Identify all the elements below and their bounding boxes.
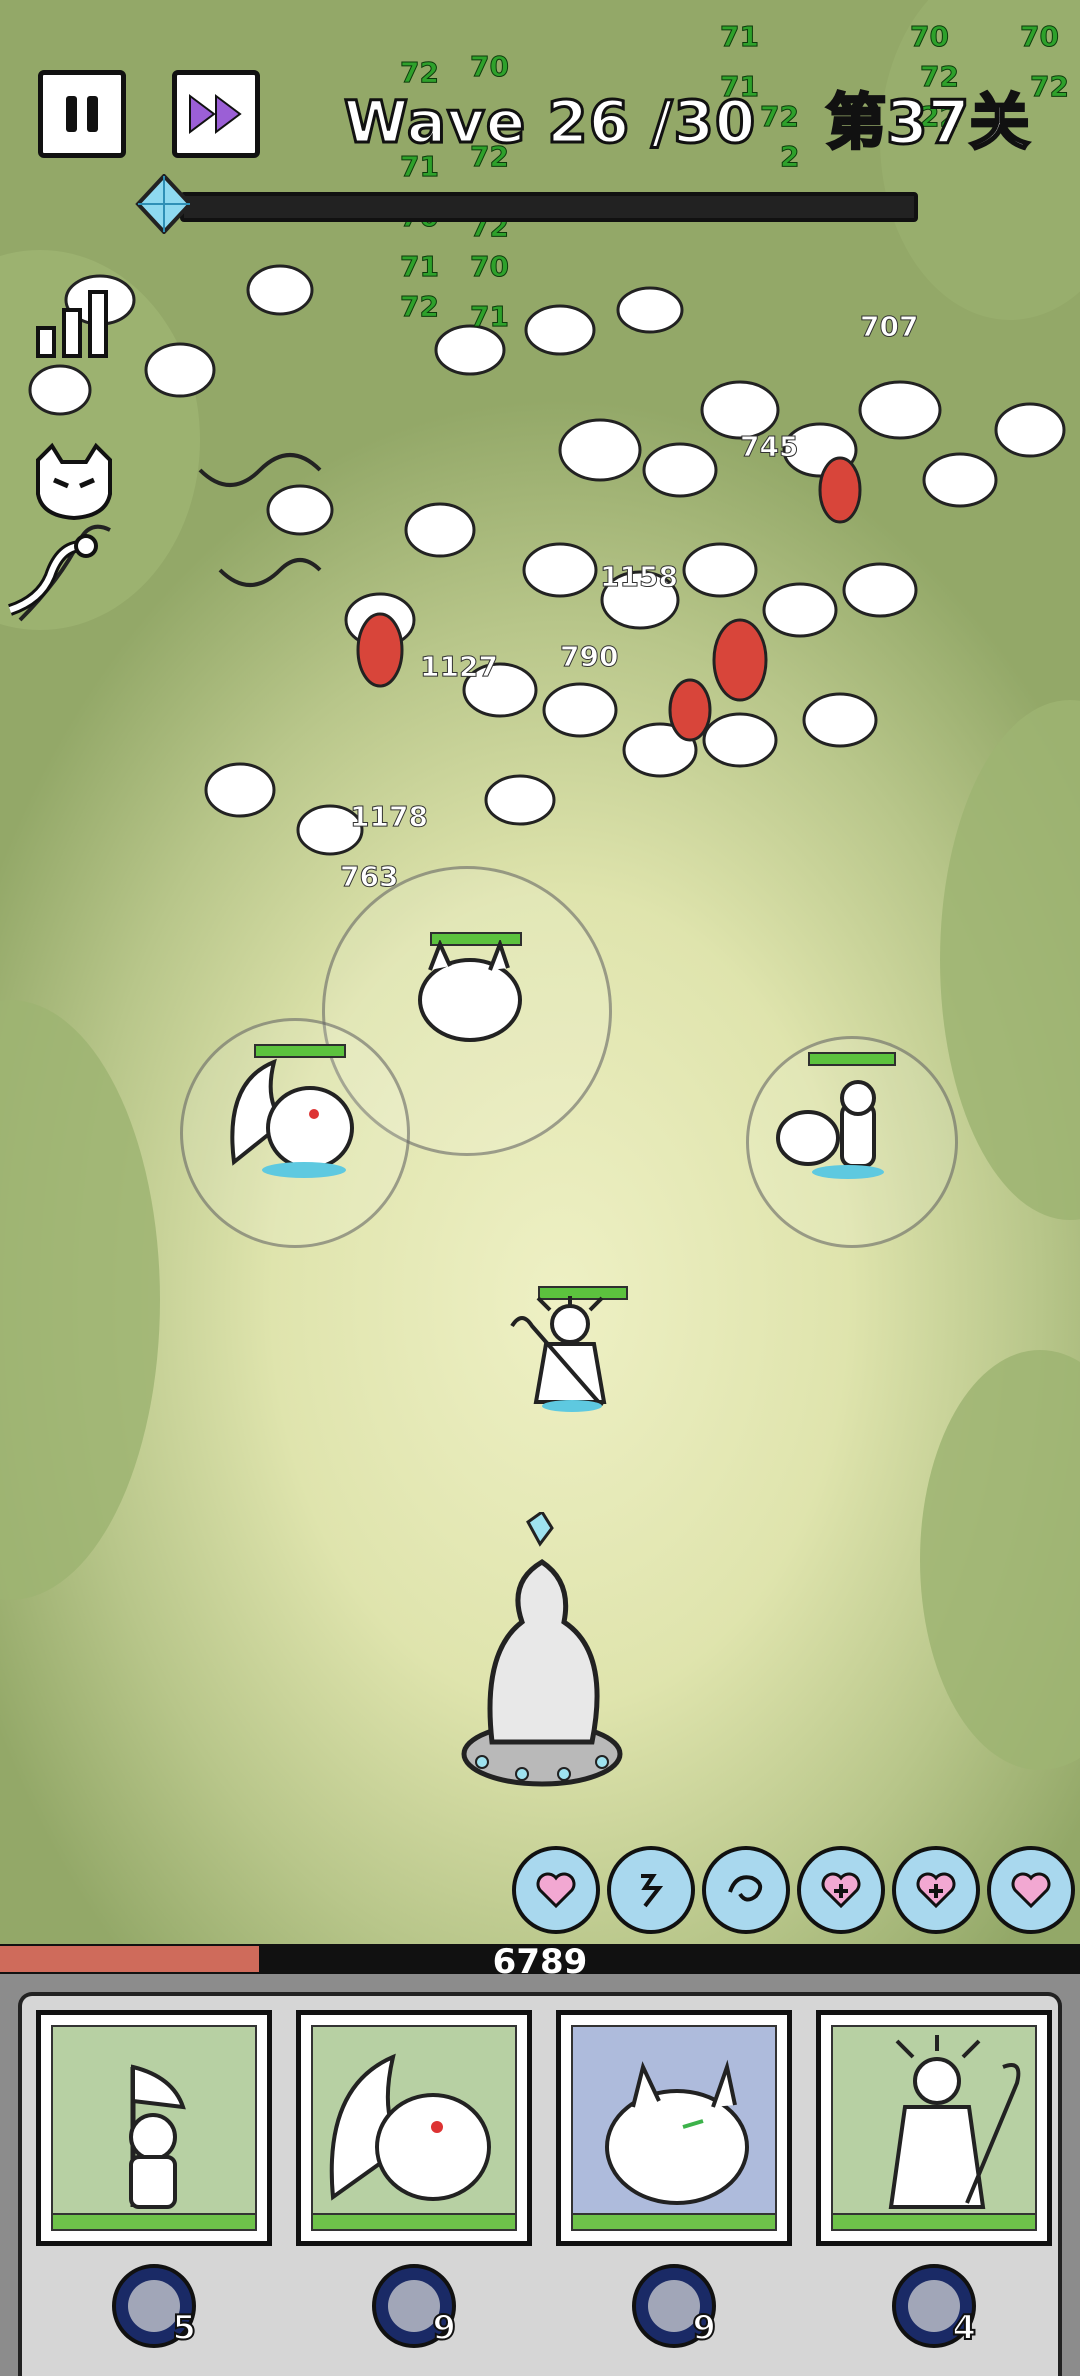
- damage-number: 70: [1020, 20, 1060, 54]
- base-hp-bar: 6789: [0, 1942, 1080, 1982]
- fast-forward-icon: [189, 94, 242, 134]
- skill-button[interactable]: [702, 1846, 790, 1934]
- enemy-horde: [18, 264, 1066, 856]
- unit-portrait: [888, 2035, 1021, 2209]
- card-art: [51, 2025, 257, 2231]
- heal-plus-icon: [916, 1872, 956, 1909]
- unit-card-panel: 5 9 9 4: [0, 1974, 1080, 2376]
- damage-number: 70: [470, 50, 510, 84]
- card-cost-value: 5: [171, 2307, 197, 2349]
- unit-portrait: [329, 2053, 491, 2201]
- card-cost-value: 4: [951, 2307, 977, 2349]
- swirl-icon: [728, 1875, 763, 1902]
- wave-counter: Wave 26 /30: [342, 87, 757, 158]
- winged-demon-unit: [230, 1058, 354, 1178]
- antlered-mage-unit: [510, 1296, 607, 1412]
- unit-card-antlered-mage[interactable]: [816, 2010, 1052, 2246]
- heart-icon: [1011, 1872, 1051, 1909]
- unit-portrait: [605, 2059, 749, 2205]
- skill-button[interactable]: [987, 1846, 1075, 1934]
- damage-number: 790: [559, 640, 619, 674]
- damage-number: 707: [859, 310, 919, 344]
- unit-card-knight-with-flag[interactable]: [36, 2010, 272, 2246]
- card-art: [831, 2025, 1037, 2231]
- knight-unit: [776, 1080, 884, 1179]
- skill-button[interactable]: [607, 1846, 695, 1934]
- damage-number: 2: [779, 140, 800, 174]
- damage-number: 1158: [600, 560, 679, 594]
- unit-portrait: [129, 2064, 186, 2209]
- damage-number: 72: [400, 290, 440, 324]
- damage-number: 71: [400, 250, 440, 284]
- card-cost-badge: 4: [892, 2264, 977, 2349]
- damage-number: 70: [910, 20, 950, 54]
- crystal-icon: [135, 174, 193, 234]
- damage-number: 71: [720, 20, 760, 54]
- card-charge-bar: [53, 2213, 255, 2229]
- defense-tower: [461, 1512, 623, 1787]
- damage-number: 1127: [420, 650, 499, 684]
- card-cost-value: 9: [691, 2307, 717, 2349]
- rune-icon: [641, 1874, 664, 1908]
- pause-icon: [66, 96, 98, 132]
- card-charge-bar: [313, 2213, 515, 2229]
- skill-button[interactable]: [797, 1846, 885, 1934]
- card-cost-badge: 9: [372, 2264, 457, 2349]
- card-art: [571, 2025, 777, 2231]
- unit-card-winged-demon[interactable]: [296, 2010, 532, 2246]
- card-charge-bar: [573, 2213, 775, 2229]
- card-art: [311, 2025, 517, 2231]
- unit-card-horned-beast[interactable]: [556, 2010, 792, 2246]
- skill-bar: [512, 1846, 1080, 1938]
- pause-button[interactable]: [38, 70, 126, 158]
- battlefield: 7270717270727170727172707270717222711127…: [0, 0, 1080, 1950]
- damage-number: 72: [400, 56, 440, 90]
- level-label: 第37关: [825, 87, 1031, 160]
- bush: [0, 1000, 160, 1600]
- snake-icon: [7, 534, 98, 616]
- damage-number: 71: [470, 300, 510, 334]
- card-cost-badge: 5: [112, 2264, 197, 2349]
- heal-plus-icon: [821, 1872, 861, 1909]
- damage-number: 70: [470, 250, 510, 284]
- fast-forward-button[interactable]: [172, 70, 260, 158]
- card-cost-value: 9: [431, 2307, 457, 2349]
- skill-button[interactable]: [892, 1846, 980, 1934]
- demon-cat-icon[interactable]: [32, 440, 116, 524]
- damage-number: 72: [760, 100, 800, 134]
- card-charge-bar: [833, 2213, 1035, 2229]
- stats-bars-icon[interactable]: [32, 288, 116, 364]
- card-cost-badge: 9: [632, 2264, 717, 2349]
- bush: [920, 1350, 1080, 1770]
- damage-number: 745: [739, 430, 799, 464]
- heart-icon: [536, 1872, 576, 1909]
- damage-number: 1178: [350, 800, 429, 834]
- skill-button[interactable]: [512, 1846, 600, 1934]
- wave-progress-bar: [180, 192, 918, 222]
- damage-number: 72: [1030, 70, 1070, 104]
- horned-beast-unit: [418, 940, 522, 1042]
